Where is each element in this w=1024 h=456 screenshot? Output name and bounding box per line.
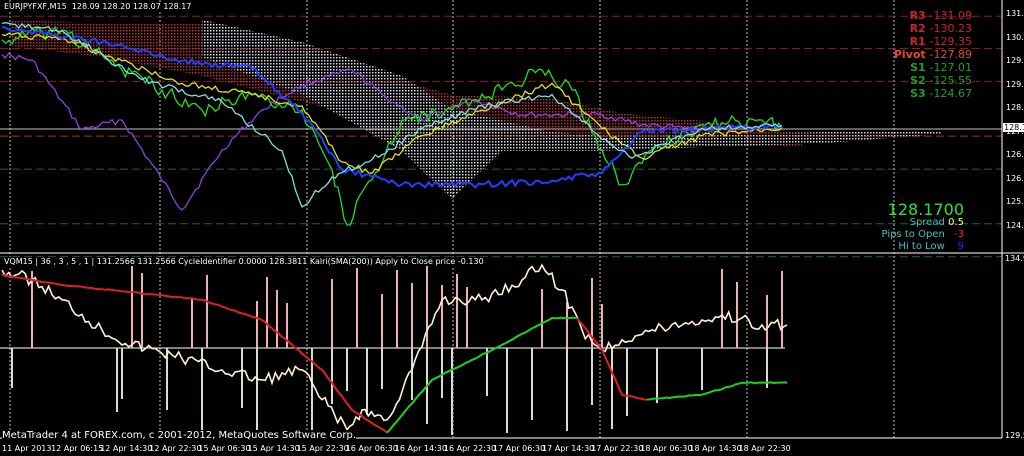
time-axis-label: 17 Apr 14:30	[542, 444, 595, 453]
price-axis-label: 124.85	[1006, 220, 1024, 230]
info-value: 9	[957, 241, 964, 252]
sub-indicator-name: VQM15	[4, 257, 33, 266]
pivot-s3: S3 -124.67	[910, 87, 972, 100]
trend-green-line	[386, 316, 578, 434]
pivot-value: -127.89	[929, 48, 972, 61]
time-axis-label: 12 Apr 22:30	[149, 444, 202, 453]
close-value: 128.17	[163, 2, 192, 11]
time-axis-label: 17 Apr 06:30	[493, 444, 546, 453]
kalman-values: Kalri(SMA(200)) Apply to Close price -0.…	[309, 257, 484, 266]
high-value: 128.20	[102, 2, 131, 11]
info-row: Hi to Low 9	[898, 241, 964, 252]
pivot-r2: R2 -130.23	[910, 22, 972, 35]
price-line	[1, 263, 788, 432]
pivot-label: R3	[909, 9, 930, 22]
info-value: -3	[954, 229, 964, 240]
price-axis-label: 130.45	[1006, 32, 1024, 42]
sub-header: VQM15 | 36 , 3 , 5 , 1 | 131.2566 131.25…	[2, 257, 486, 266]
ichimoku-cloud	[12, 19, 942, 200]
price-axis-label: 125.55	[1006, 197, 1024, 206]
time-axis-label: 12 Apr 06:15	[51, 444, 104, 453]
pivot-r1: R1 -129.35	[910, 35, 972, 48]
open-value: 128.09	[71, 2, 100, 11]
info-label: Hi to Low	[898, 241, 945, 252]
pivot-r3: R3 -131.09	[910, 9, 972, 22]
time-axis-label: 16 Apr 22:30	[443, 444, 497, 453]
current-price-marker: 128.17	[1003, 123, 1024, 132]
price-axis-label: 129.05	[1006, 79, 1024, 89]
price-axis-label: 126.95	[1006, 150, 1024, 159]
symbol-label: EURJPYFXF,M15	[4, 2, 67, 11]
price-axis-label: 131.15	[1006, 9, 1024, 18]
time-axis-label: 15 Apr 22:30	[296, 444, 349, 453]
sub-axis-bottom: 129.560	[1005, 431, 1024, 440]
main-header: EURJPYFXF,M15 128.09 128.20 128.07 128.1…	[2, 2, 194, 11]
cycle-identifier-values: CycleIdentifier 0.0000 128.3811	[178, 257, 308, 266]
pivot-pivot: Pivot -127.89	[894, 48, 972, 61]
info-row: Pips to Open -3	[882, 229, 964, 240]
pivot-s1: S1 -127.01	[910, 61, 972, 74]
time-axis-label: 15 Apr 06:30	[198, 444, 251, 453]
pivot-s2: S2 -125.55	[910, 74, 972, 87]
price-axis-label: 129.75	[1006, 56, 1024, 65]
price-axis-label: 128.35	[1006, 103, 1024, 112]
price-axis-label: 126.25	[1006, 173, 1024, 183]
pivot-label: S2	[910, 74, 930, 87]
time-axis-label: 17 Apr 22:30	[591, 444, 644, 453]
pivot-label: R1	[909, 35, 930, 48]
info-row: Spread 0.5	[910, 217, 964, 228]
time-axis-label: 18 Apr 22:30	[738, 444, 791, 453]
sub-indicator-values: 131.2566 131.2566	[96, 257, 176, 266]
pivot-label: Pivot	[893, 48, 930, 61]
time-axis-label: 16 Apr 14:30	[394, 444, 447, 453]
sub-axis-top: 134.915	[1005, 254, 1024, 263]
time-axis-label: 12 Apr 14:30	[100, 444, 153, 453]
pivot-value: -125.55	[929, 74, 972, 87]
pivot-value: -129.35	[929, 35, 972, 48]
info-value: 0.5	[948, 217, 964, 228]
pivot-label: S3	[910, 87, 930, 100]
time-axis-label: 18 Apr 06:30	[640, 444, 693, 453]
sub-series	[1, 263, 788, 434]
histogram	[11, 259, 783, 435]
footer-copyright: MetaTrader 4 at FOREX.com, c 2001-2012, …	[2, 430, 357, 441]
info-label: Spread	[909, 217, 945, 228]
pivot-label: R2	[909, 22, 930, 35]
info-label: Pips to Open	[881, 229, 945, 240]
pivot-value: -124.67	[929, 87, 972, 100]
pivot-value: -130.23	[929, 22, 972, 35]
chart-canvas[interactable]	[0, 0, 1024, 456]
low-value: 128.07	[132, 2, 161, 11]
sub-indicator-params: 36 , 3 , 5 , 1	[40, 257, 89, 266]
pivot-label: S1	[910, 61, 930, 74]
time-axis-label: 15 Apr 14:30	[247, 444, 300, 453]
time-axis-label: 11 Apr 2013	[2, 444, 52, 453]
time-axis-label: 16 Apr 06:30	[345, 444, 398, 453]
time-axis-label: 18 Apr 14:30	[689, 444, 742, 453]
pivot-value: -127.01	[929, 61, 972, 74]
pivot-value: -131.09	[929, 9, 972, 22]
